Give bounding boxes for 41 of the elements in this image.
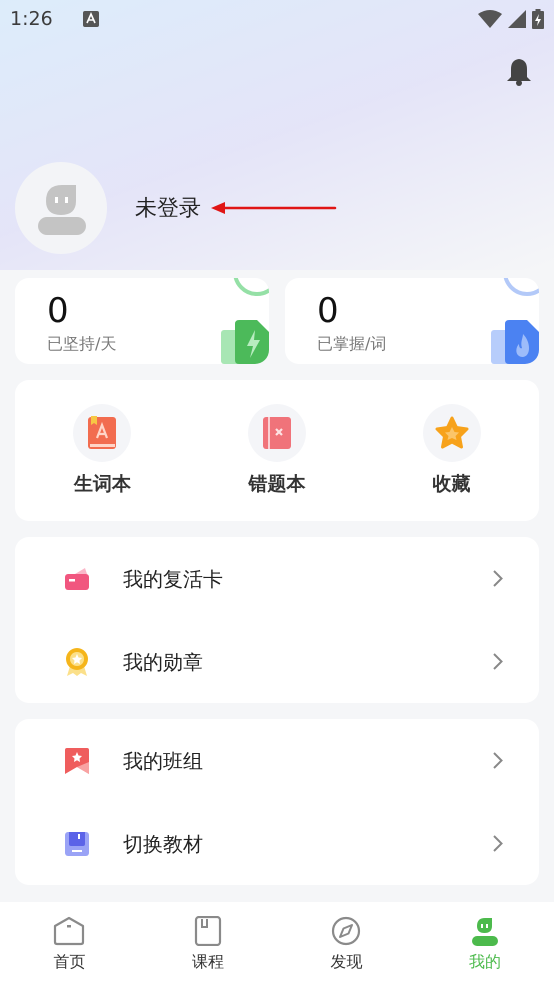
battery-icon	[532, 9, 544, 29]
home-icon	[53, 916, 86, 946]
nav-tab[interactable]: 首页	[0, 902, 138, 984]
card-icon	[65, 568, 89, 590]
chevron-right-icon	[493, 835, 503, 852]
book-icon	[194, 916, 222, 946]
shortcut-label[interactable]: 错题本	[248, 470, 306, 498]
menu-item[interactable]: 我的班组	[15, 719, 539, 802]
stat-value: 0	[317, 292, 339, 330]
nav-tab[interactable]: 发现	[277, 902, 416, 984]
stat-label: 已掌握/词	[317, 333, 386, 355]
lightning-file-icon	[221, 320, 269, 364]
menu-item[interactable]: 切换教材	[15, 802, 539, 885]
shortcut-label[interactable]: 收藏	[432, 470, 471, 498]
menu-label: 我的勋章	[123, 648, 204, 676]
menu-label: 我的复活卡	[123, 566, 224, 592]
chevron-right-icon	[493, 752, 503, 769]
nav-tab[interactable]: 课程	[138, 902, 277, 984]
stat-card[interactable]: 0 已掌握/词	[285, 278, 539, 364]
menu-item[interactable]: 我的复活卡	[15, 537, 539, 620]
menu-label: 切换教材	[123, 830, 204, 858]
login-status[interactable]: 未登录	[135, 192, 201, 224]
bookmark-icon	[65, 748, 89, 774]
robot-avatar-icon	[470, 916, 499, 946]
menu-label: 我的班组	[123, 748, 204, 774]
notification-bell-icon[interactable]	[506, 58, 532, 86]
signal-icon	[508, 10, 526, 28]
status-time: 1:26	[10, 6, 53, 32]
menu-item[interactable]: 我的勋章	[15, 620, 539, 703]
book-icon	[65, 832, 89, 856]
stat-label: 已坚持/天	[47, 333, 116, 355]
medal-icon	[65, 648, 89, 676]
flame-file-icon	[491, 320, 539, 364]
chevron-right-icon	[493, 653, 503, 670]
compass-icon	[331, 916, 362, 946]
shortcut-label[interactable]: 生词本	[74, 470, 131, 498]
keyboard-notification-icon	[82, 11, 99, 27]
stat-value: 0	[47, 292, 69, 330]
stat-card[interactable]: 0 已坚持/天	[15, 278, 269, 364]
chevron-right-icon	[493, 570, 503, 587]
wifi-icon	[478, 10, 502, 28]
